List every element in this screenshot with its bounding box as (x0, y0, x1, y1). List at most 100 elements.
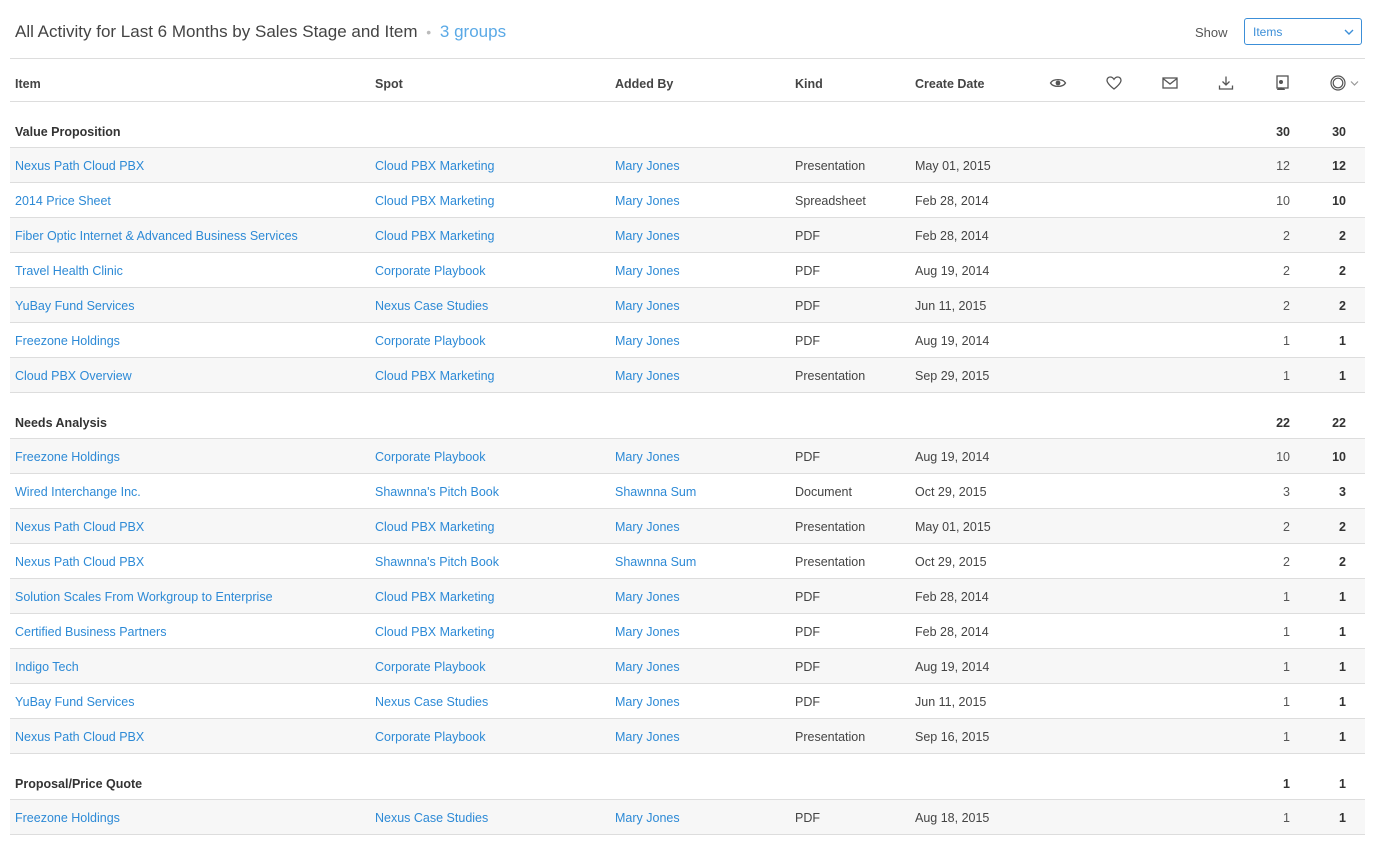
table-row[interactable]: Cloud PBX Overview Cloud PBX Marketing Mar… (10, 358, 1365, 393)
added-by-link[interactable]: Mary Jones (615, 811, 680, 825)
table-row[interactable]: Indigo Tech Corporate Playbook Mary Jones P… (10, 649, 1365, 684)
item-link[interactable]: Cloud PBX Overview (15, 369, 132, 383)
spot-link[interactable]: Shawnna's Pitch Book (375, 485, 499, 499)
table-row[interactable]: Solution Scales From Workgroup to Enterp… (10, 579, 1365, 614)
mail-icon[interactable] (1161, 74, 1179, 92)
added-by-link[interactable]: Mary Jones (615, 369, 680, 383)
spot-link[interactable]: Cloud PBX Marketing (375, 520, 495, 534)
spot-link[interactable]: Corporate Playbook (375, 660, 485, 674)
table-row[interactable]: Freezone Holdings Nexus Case Studies Mary … (10, 800, 1365, 835)
spot-link[interactable]: Cloud PBX Marketing (375, 369, 495, 383)
added-by-link[interactable]: Mary Jones (615, 450, 680, 464)
item-link[interactable]: Certified Business Partners (15, 625, 166, 639)
heart-icon[interactable] (1105, 74, 1123, 92)
added-by-link[interactable]: Mary Jones (615, 590, 680, 604)
added-by-link[interactable]: Mary Jones (615, 660, 680, 674)
table-row[interactable]: Travel Health Clinic Corporate Playbook Ma… (10, 253, 1365, 288)
item-link[interactable]: YuBay Fund Services (15, 695, 135, 709)
spot-link[interactable]: Corporate Playbook (375, 730, 485, 744)
count-primary-cell: 1 (1283, 590, 1290, 604)
table-row[interactable]: Fiber Optic Internet & Advanced Business… (10, 218, 1365, 253)
header-divider (10, 58, 1365, 59)
column-header-spot[interactable]: Spot (375, 77, 403, 91)
spot-link[interactable]: Nexus Case Studies (375, 299, 488, 313)
added-by-link[interactable]: Shawnna Sum (615, 485, 696, 499)
item-link[interactable]: Freezone Holdings (15, 811, 120, 825)
count-secondary-cell: 3 (1339, 485, 1346, 499)
count-secondary-cell: 1 (1339, 369, 1346, 383)
item-link[interactable]: Nexus Path Cloud PBX (15, 730, 144, 744)
download-icon[interactable] (1217, 74, 1235, 92)
table-row[interactable]: Certified Business Partners Cloud PBX Mar… (10, 614, 1365, 649)
item-link[interactable]: Fiber Optic Internet & Advanced Business… (15, 229, 298, 243)
count-secondary-cell: 10 (1332, 450, 1346, 464)
column-header-added-by[interactable]: Added By (615, 77, 673, 91)
item-link[interactable]: Wired Interchange Inc. (15, 485, 141, 499)
spot-link[interactable]: Cloud PBX Marketing (375, 229, 495, 243)
group-total-secondary: 1 (1339, 777, 1346, 791)
spot-link[interactable]: Nexus Case Studies (375, 811, 488, 825)
item-link[interactable]: 2014 Price Sheet (15, 194, 111, 208)
table-row[interactable]: Nexus Path Cloud PBX Cloud PBX Marketing M… (10, 509, 1365, 544)
group-total-primary: 1 (1283, 777, 1290, 791)
item-link[interactable]: Indigo Tech (15, 660, 79, 674)
added-by-link[interactable]: Mary Jones (615, 194, 680, 208)
kind-cell: Presentation (795, 159, 866, 173)
table-row[interactable]: Freezone Holdings Corporate Playbook Mary … (10, 439, 1365, 474)
create-date-cell: Jun 11, 2015 (915, 299, 987, 313)
column-header-kind[interactable]: Kind (795, 77, 823, 91)
item-link[interactable]: YuBay Fund Services (15, 299, 135, 313)
added-by-link[interactable]: Mary Jones (615, 229, 680, 243)
item-link[interactable]: Travel Health Clinic (15, 264, 123, 278)
table-row[interactable]: Nexus Path Cloud PBX Cloud PBX Marketing M… (10, 148, 1365, 183)
added-by-link[interactable]: Mary Jones (615, 520, 680, 534)
table-row[interactable]: Wired Interchange Inc. Shawnna's Pitch Bo… (10, 474, 1365, 509)
added-by-link[interactable]: Shawnna Sum (615, 555, 696, 569)
item-link[interactable]: Nexus Path Cloud PBX (15, 555, 144, 569)
added-by-link[interactable]: Mary Jones (615, 695, 680, 709)
presenter-icon[interactable] (1273, 74, 1291, 92)
table-row[interactable]: Freezone Holdings Corporate Playbook Mary … (10, 323, 1365, 358)
table-row[interactable]: YuBay Fund Services Nexus Case Studies Mar… (10, 288, 1365, 323)
group-header-row: Proposal/Price Quote 1 1 (10, 754, 1365, 800)
count-primary-cell: 2 (1283, 264, 1290, 278)
column-header-create-date[interactable]: Create Date (915, 77, 984, 91)
added-by-link[interactable]: Mary Jones (615, 299, 680, 313)
group-name: Proposal/Price Quote (15, 777, 143, 791)
spot-link[interactable]: Corporate Playbook (375, 450, 485, 464)
added-by-link[interactable]: Mary Jones (615, 334, 680, 348)
show-select[interactable]: Items (1244, 18, 1362, 45)
table-row[interactable]: YuBay Fund Services Nexus Case Studies Mar… (10, 684, 1365, 719)
item-link[interactable]: Solution Scales From Workgroup to Enterp… (15, 590, 273, 604)
table-row[interactable]: Nexus Path Cloud PBX Shawnna's Pitch Book… (10, 544, 1365, 579)
spot-link[interactable]: Cloud PBX Marketing (375, 625, 495, 639)
count-primary-cell: 2 (1283, 555, 1290, 569)
group-total-secondary: 22 (1332, 416, 1346, 430)
added-by-link[interactable]: Mary Jones (615, 730, 680, 744)
spot-link[interactable]: Nexus Case Studies (375, 695, 488, 709)
count-primary-cell: 2 (1283, 520, 1290, 534)
column-header-item[interactable]: Item (15, 77, 41, 91)
spot-link[interactable]: Shawnna's Pitch Book (375, 555, 499, 569)
spot-link[interactable]: Corporate Playbook (375, 334, 485, 348)
added-by-link[interactable]: Mary Jones (615, 625, 680, 639)
table-row[interactable]: 2014 Price Sheet Cloud PBX Marketing Mary … (10, 183, 1365, 218)
spot-link[interactable]: Cloud PBX Marketing (375, 194, 495, 208)
item-link[interactable]: Freezone Holdings (15, 450, 120, 464)
spot-link[interactable]: Corporate Playbook (375, 264, 485, 278)
added-by-link[interactable]: Mary Jones (615, 159, 680, 173)
table-row[interactable]: Nexus Path Cloud PBX Corporate Playbook Ma… (10, 719, 1365, 754)
added-by-link[interactable]: Mary Jones (615, 264, 680, 278)
spot-link[interactable]: Cloud PBX Marketing (375, 159, 495, 173)
item-link[interactable]: Nexus Path Cloud PBX (15, 159, 144, 173)
count-secondary-cell: 1 (1339, 660, 1346, 674)
circle-icon[interactable] (1329, 74, 1361, 92)
kind-cell: Document (795, 485, 852, 499)
kind-cell: Presentation (795, 520, 866, 534)
groups-count-link[interactable]: 3 groups (440, 22, 506, 41)
item-link[interactable]: Nexus Path Cloud PBX (15, 520, 144, 534)
spot-link[interactable]: Cloud PBX Marketing (375, 590, 495, 604)
create-date-cell: Aug 19, 2014 (915, 450, 990, 464)
eye-icon[interactable] (1049, 74, 1067, 92)
item-link[interactable]: Freezone Holdings (15, 334, 120, 348)
